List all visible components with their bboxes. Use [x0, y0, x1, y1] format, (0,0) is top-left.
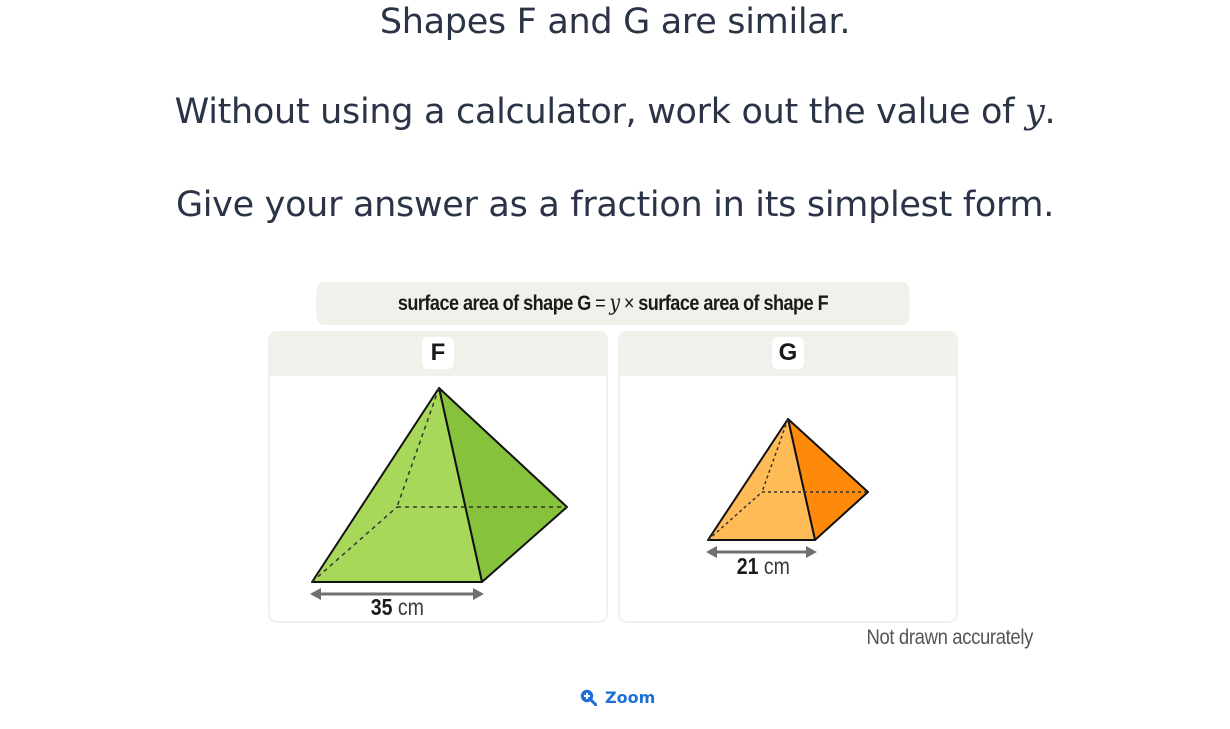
figure-card: surface area of shape G = y × surface ar…: [268, 282, 958, 624]
shape-f-length-value: 35: [370, 594, 393, 620]
question-line-2: Without using a calculator, work out the…: [0, 92, 1230, 132]
zoom-button[interactable]: Zoom: [580, 688, 655, 707]
shape-g-length-label: 21 cm: [737, 553, 790, 580]
shape-f-panel: F 35 cm: [268, 331, 608, 623]
formula-right: surface area of shape F: [638, 291, 829, 315]
variable-y: y: [1025, 92, 1045, 132]
question-line-3: Give your answer as a fraction in its si…: [175, 185, 1055, 225]
not-drawn-accurately-note: Not drawn accurately: [866, 626, 1033, 649]
shape-g-length-unit: cm: [763, 553, 790, 579]
question-line-2-text: Without using a calculator, work out the…: [174, 92, 1026, 132]
formula-var: y: [609, 291, 620, 316]
formula-equals: =: [595, 291, 606, 315]
shape-g-panel: G 21 cm: [618, 331, 958, 623]
zoom-label[interactable]: Zoom: [605, 688, 655, 707]
shape-f-length-unit: cm: [397, 594, 424, 620]
shape-g-length-value: 21: [736, 553, 759, 579]
question-line-2-end: .: [1044, 92, 1056, 132]
zoom-in-icon: [580, 689, 597, 706]
formula-bar: surface area of shape G = y × surface ar…: [316, 282, 910, 325]
shape-f-length-label: 35 cm: [371, 594, 424, 621]
pyramid-f: [310, 387, 568, 600]
formula-times: ×: [623, 291, 635, 315]
question-line-1: Shapes F and G are similar.: [379, 2, 851, 42]
formula-left: surface area of shape G: [397, 291, 591, 315]
